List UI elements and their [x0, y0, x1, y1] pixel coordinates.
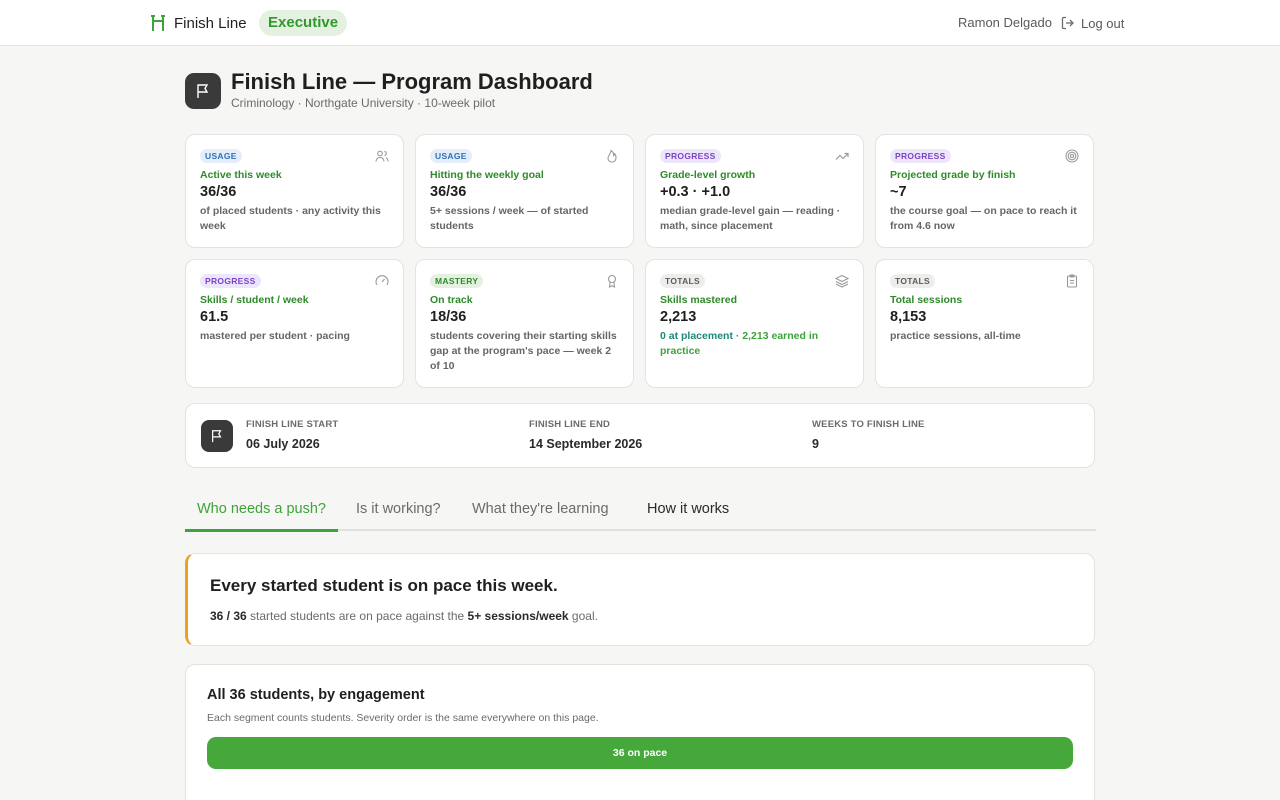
top-nav: Finish Line Executive Ramon Delgado Log …: [0, 0, 1280, 46]
card-description: median grade-level gain — reading · math…: [660, 205, 841, 232]
card-label: Hitting the weekly goal: [430, 169, 544, 181]
card-description: practice sessions, all-time: [890, 330, 1021, 342]
engagement-panel: All 36 students, by engagement Each segm…: [185, 664, 1095, 800]
card-value: 8,153: [890, 309, 927, 325]
award-icon: [607, 274, 617, 288]
card-value: 36/36: [430, 184, 467, 200]
callout-text-mid: started students are on pace against the: [246, 609, 468, 623]
start-date-label: FINISH LINE START: [246, 419, 339, 430]
flag-icon: [201, 420, 233, 452]
card-description: mastered per student · pacing: [200, 330, 350, 342]
pace-count: 36 / 36: [210, 609, 247, 623]
callout-text: 36 / 36 started students are on pace aga…: [210, 609, 598, 623]
card-description: the course goal — on pace to reach it fr…: [890, 205, 1077, 232]
card-value: +0.3 · +1.0: [660, 184, 731, 200]
card-tag: TOTALS: [890, 274, 936, 288]
engagement-title: All 36 students, by engagement: [207, 687, 425, 703]
metric-card-skills-per-week: PROGRESS Skills / student / week 61.5 ma…: [185, 259, 404, 388]
callout-title: Every started student is on pace this we…: [210, 576, 558, 595]
card-label: Total sessions: [890, 294, 963, 306]
logout-button[interactable]: Log out: [1061, 13, 1124, 33]
start-date: FINISH LINE START 06 July 2026: [246, 419, 338, 451]
engagement-subtitle: Each segment counts students. Severity o…: [207, 712, 599, 724]
card-tag: PROGRESS: [200, 274, 261, 288]
card-tag: PROGRESS: [890, 149, 951, 163]
target-icon: [1065, 149, 1079, 163]
brand[interactable]: Finish Line: [150, 11, 247, 35]
card-description: of placed students · any activity this w…: [200, 205, 381, 232]
card-label: Skills / student / week: [200, 294, 309, 306]
weeks-label: WEEKS TO FINISH LINE: [812, 419, 925, 430]
metric-card-projected-grade: PROGRESS Projected grade by finish ~7 th…: [875, 134, 1094, 248]
metric-card-active: USAGE Active this week 36/36 of placed s…: [185, 134, 404, 248]
card-label: On track: [430, 294, 473, 306]
page-subtitle: Criminology · Northgate University · 10-…: [231, 96, 496, 110]
card-label: Grade-level growth: [660, 169, 756, 181]
tab-is-it-working[interactable]: Is it working?: [356, 493, 441, 531]
card-description: students covering their starting skills …: [430, 330, 617, 372]
finish-line-dates: FINISH LINE START 06 July 2026 FINISH LI…: [185, 403, 1095, 468]
card-tag: TOTALS: [660, 274, 706, 288]
metric-card-on-track: MASTERY On track 18/36 students covering…: [415, 259, 634, 388]
end-date-value: 14 September 2026: [529, 437, 643, 451]
layers-icon: [835, 274, 849, 288]
card-value: 36/36: [200, 184, 237, 200]
card-description: 5+ sessions / week — of started students: [430, 205, 589, 232]
desc-separator: ·: [732, 330, 743, 342]
weeks-remaining: WEEKS TO FINISH LINE 9: [812, 419, 925, 451]
users-icon: [375, 150, 389, 162]
card-description: 0 at placement · 2,213 earned in practic…: [660, 329, 852, 359]
metric-card-weekly-goal: USAGE Hitting the weekly goal 36/36 5+ s…: [415, 134, 634, 248]
end-date: FINISH LINE END 14 September 2026: [529, 419, 642, 451]
card-label: Skills mastered: [660, 294, 738, 306]
brand-name: Finish Line: [174, 14, 247, 32]
pace-status-callout: Every started student is on pace this we…: [185, 553, 1095, 646]
card-tag: USAGE: [200, 149, 242, 163]
card-label: Active this week: [200, 169, 282, 181]
metric-card-total-sessions: TOTALS Total sessions 8,153 practice ses…: [875, 259, 1094, 388]
logout-label: Log out: [1081, 15, 1125, 31]
engagement-segment-on-pace[interactable]: 36 on pace: [207, 737, 1073, 769]
start-date-value: 06 July 2026: [246, 437, 320, 451]
card-value: ~7: [890, 184, 907, 200]
goal-text: 5+ sessions/week: [467, 609, 569, 623]
trend-up-icon: [835, 152, 849, 160]
clipboard-icon: [1066, 274, 1078, 288]
gauge-icon: [375, 275, 389, 286]
user-name: Ramon Delgado: [958, 15, 1052, 30]
card-tag: PROGRESS: [660, 149, 721, 163]
end-date-label: FINISH LINE END: [529, 419, 611, 430]
card-value: 61.5: [200, 309, 229, 325]
tab-how-it-works[interactable]: How it works: [647, 493, 729, 531]
weeks-value: 9: [812, 437, 819, 451]
card-tag: MASTERY: [430, 274, 484, 288]
page-title: Finish Line — Program Dashboard: [231, 69, 593, 94]
card-tag: USAGE: [430, 149, 472, 163]
metric-card-grade-growth: PROGRESS Grade-level growth +0.3 · +1.0 …: [645, 134, 864, 248]
program-flag-icon: [185, 73, 221, 109]
tab-what-theyre-learning[interactable]: What they're learning: [472, 493, 609, 531]
tab-who-needs-a-push[interactable]: Who needs a push?: [185, 493, 338, 532]
callout-text-end: goal.: [568, 609, 598, 623]
finish-line-logo-icon: [151, 15, 165, 31]
logout-icon: [1061, 16, 1074, 30]
card-label: Projected grade by finish: [890, 169, 1016, 181]
card-value: 2,213: [660, 309, 697, 325]
role-badge: Executive: [259, 10, 348, 36]
placement-count: 0 at placement: [660, 330, 733, 342]
flame-icon: [607, 149, 617, 163]
card-value: 18/36: [430, 309, 467, 325]
metric-card-skills-mastered: TOTALS Skills mastered 2,213 0 at placem…: [645, 259, 864, 388]
tab-bar: Who needs a push? Is it working? What th…: [185, 493, 1096, 532]
